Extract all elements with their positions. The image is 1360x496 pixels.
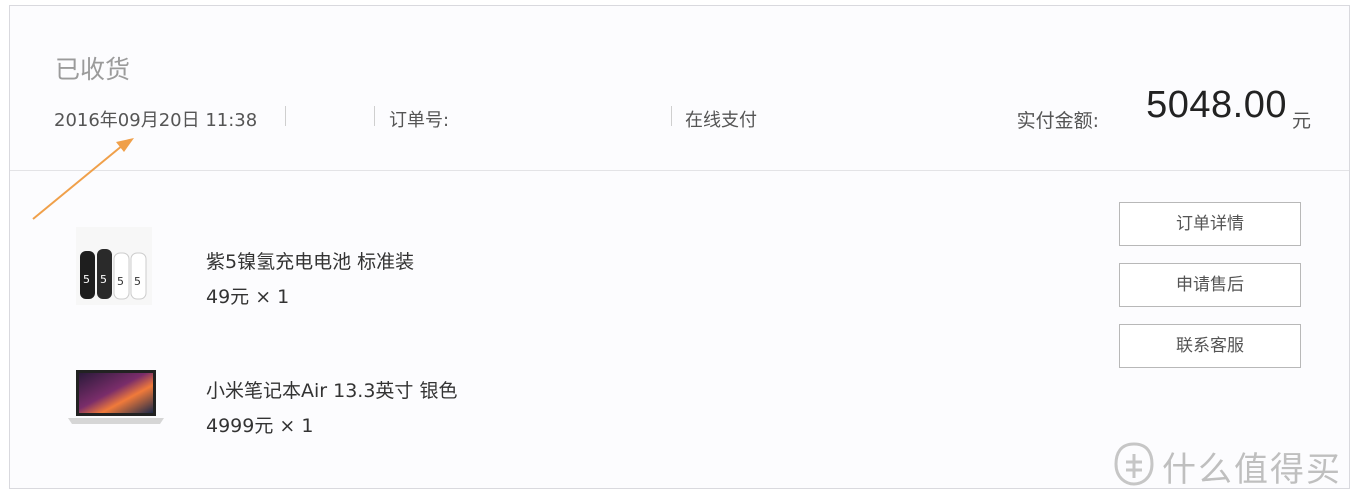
watermark-logo-icon	[1114, 442, 1154, 486]
annotation-arrow-icon	[32, 138, 134, 220]
watermark-text: 什么值得买	[1162, 450, 1342, 490]
watermark: 什么值得买	[1104, 436, 1354, 492]
